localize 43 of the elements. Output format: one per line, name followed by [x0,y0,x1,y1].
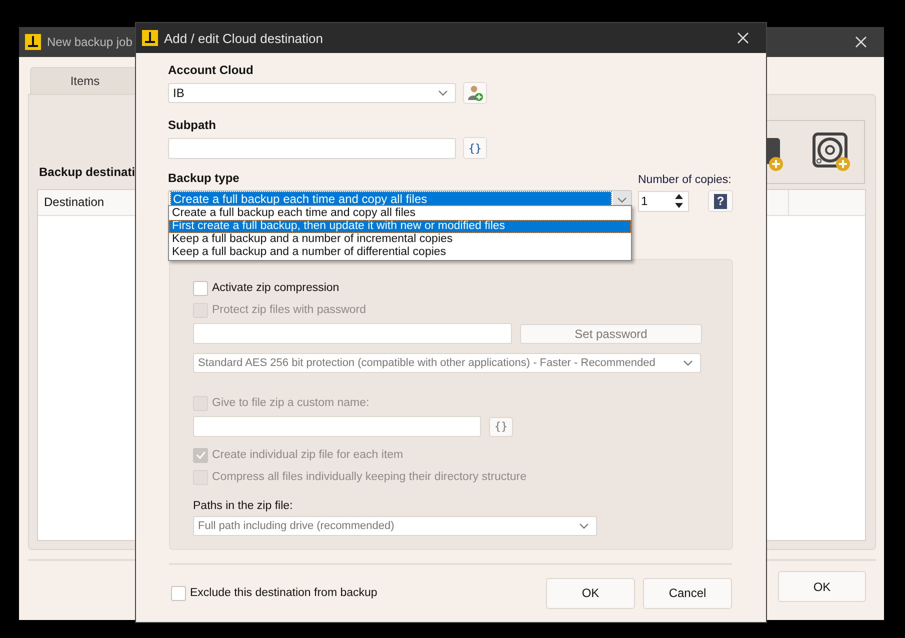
checkbox-label: Compress all files individually keeping their directory structure [212,471,526,483]
chevron-icon [682,358,694,368]
checkmark-icon [194,449,206,461]
dropdown-option[interactable]: First create a full backup, then update it with new or modified files [169,220,631,233]
variables-button[interactable]: {} [463,137,487,159]
dropdown-option[interactable]: Keep a full backup and a number of incremental copies [169,233,631,246]
field-label: Subpath [168,118,217,134]
account-select[interactable]: IB [168,83,456,103]
user-add-icon [467,85,483,101]
text-field[interactable] [193,323,512,344]
section-label: Backup destinati [39,165,136,179]
help-button[interactable]: ? [708,190,733,212]
disc-icon [812,132,852,172]
app-logo-icon [142,30,158,46]
checkbox-label: Activate zip compression [212,282,340,294]
dropdown-option[interactable]: Keep a full backup and a number of differential copies [169,246,631,259]
chevron-icon [437,88,449,98]
checkbox-label: Give to file zip a custom name: [212,397,370,409]
field-label: Number of copies: [638,174,732,188]
ok-button[interactable]: OK [778,571,866,602]
chevron-icon [578,521,590,531]
app-logo-icon [25,34,41,50]
cancel-button[interactable]: Cancel [643,578,732,608]
chevron-icon [616,194,628,204]
field-label: Account Cloud [168,63,254,79]
add-disc-button[interactable] [812,132,852,172]
field-label: Paths in the zip file: [193,500,294,512]
spin-arrows-icon [673,193,685,209]
window-title: New backup job [47,35,132,49]
copies-spinner[interactable]: 1 [638,190,689,212]
subpath-field[interactable] [168,138,456,158]
window-title: Add / edit Cloud destination [164,30,323,46]
checkbox[interactable] [171,586,186,600]
checkbox-label: Create individual zip file for each item [212,449,404,461]
ok-button[interactable]: OK [546,578,635,608]
checkbox-label: Protect zip files with password [212,304,366,316]
close-icon [737,32,749,44]
checkbox[interactable] [193,280,208,296]
add-account-button[interactable] [463,82,487,104]
text-field[interactable] [193,416,481,437]
checkbox-label: Exclude this destination from backup [190,587,378,599]
field-label: Backup type [168,171,240,187]
close-icon [855,36,867,48]
